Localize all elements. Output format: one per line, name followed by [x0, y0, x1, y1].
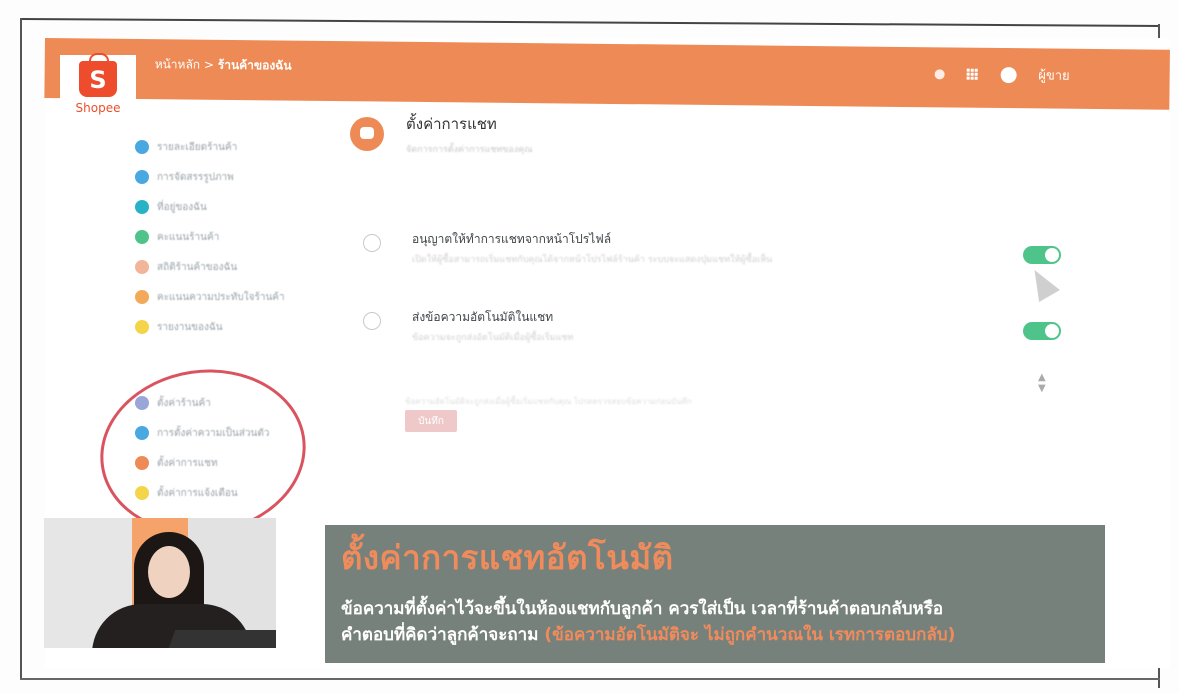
expand-arrows-icon[interactable]: ▲ ▼ [1038, 372, 1046, 394]
chat-settings-header: ตั้งค่าการแชท จัดการการตั้งค่าการแชทของค… [350, 112, 1110, 156]
caption-line-2-main: คำตอบที่คิดว่าลูกค้าจะถาม [341, 625, 539, 645]
caption-line-1: ข้อความที่ตั้งค่าไว้จะขึ้นในห้องแชทกับลู… [341, 599, 944, 619]
sidebar-item-label: การจัดสรรรูปภาพ [157, 171, 234, 183]
toggle-profile-chat[interactable] [1023, 246, 1061, 264]
main-content: ตั้งค่าการแชท จัดการการตั้งค่าการแชทของค… [350, 112, 1110, 156]
sidebar-item-a-0[interactable]: รายละเอียดร้านค้า [135, 132, 305, 162]
sidebar-item-label: รายงานของฉัน [157, 321, 223, 333]
sidebar-item-label: คะแนนความประทับใจร้านค้า [157, 291, 285, 303]
shopee-bag-icon: S [79, 53, 117, 97]
sidebar-item-icon [135, 170, 149, 184]
sidebar-item-icon [135, 200, 149, 214]
sidebar-item-icon [135, 290, 149, 304]
sidebar-item-a-3[interactable]: คะแนนร้านค้า [135, 222, 305, 252]
page-edge-left [20, 18, 22, 678]
sidebar-item-label: รายละเอียดร้านค้า [157, 141, 238, 153]
username[interactable]: ผู้ขาย [1038, 64, 1070, 85]
top-navigation-bar: หน้าหลัก > ร้านค้าของฉัน ผู้ขาย [44, 38, 1170, 110]
bell-icon[interactable] [934, 68, 945, 79]
chat-bubble-icon [363, 234, 381, 252]
shopee-logo[interactable]: S Shopee [60, 53, 136, 135]
sidebar-item-a-6[interactable]: รายงานของฉัน [135, 312, 305, 342]
sidebar-item-icon [135, 140, 149, 154]
sidebar-item-a-2[interactable]: ที่อยู่ของฉัน [135, 192, 305, 222]
sidebar-item-a-4[interactable]: สถิติร้านค้าของฉัน [135, 252, 305, 282]
setting-title: อนุญาตให้ทำการแชทจากหน้าโปรไฟล์ [412, 232, 612, 246]
laptop [168, 630, 276, 648]
sidebar-item-label: สถิติร้านค้าของฉัน [157, 261, 238, 273]
toggle-auto-reply[interactable] [1023, 322, 1061, 340]
sidebar-item-a-1[interactable]: การจัดสรรรูปภาพ [135, 162, 305, 192]
setting-title: ส่งข้อความอัตโนมัติในแชท [412, 310, 554, 324]
caption-line-2: คำตอบที่คิดว่าลูกค้าจะถาม (ข้อความอัตโนม… [341, 621, 955, 648]
logo-name: Shopee [75, 101, 121, 115]
breadcrumb-home[interactable]: หน้าหลัก > [155, 57, 214, 72]
top-icons: ผู้ขาย [934, 63, 1070, 85]
sidebar-item-icon [135, 260, 149, 274]
presenter-video [44, 518, 276, 648]
sidebar-item-icon [135, 320, 149, 334]
headset-icon [363, 312, 381, 330]
auto-reply-note: ข้อความอัตโนมัติจะถูกส่งเมื่อผู้ซื้อเริ่… [405, 397, 692, 406]
printed-page: หน้าหลัก > ร้านค้าของฉัน ผู้ขาย S Shopee… [0, 0, 1179, 693]
sidebar-item-label: คะแนนร้านค้า [157, 231, 220, 243]
avatar-icon[interactable] [1000, 66, 1017, 83]
breadcrumb-current: ร้านค้าของฉัน [217, 57, 292, 73]
caption-title: ตั้งค่าการแชทอัตโนมัติ [341, 538, 674, 577]
page-subtitle: จัดการการตั้งค่าการแชทของคุณ [406, 145, 533, 155]
apps-grid-icon[interactable] [966, 68, 978, 80]
page-edge-bottom [20, 678, 1160, 680]
chat-settings-icon [350, 117, 384, 151]
setting-description: เปิดให้ผู้ซื้อสามารถเริ่มแชทกับคุณได้จาก… [412, 255, 773, 265]
sidebar-item-icon [135, 230, 149, 244]
save-button[interactable]: บันทึก [405, 410, 457, 432]
setting-description: ข้อความจะถูกส่งอัตโนมัติเมื่อผู้ซื้อเริ่… [412, 333, 574, 343]
breadcrumb: หน้าหลัก > ร้านค้าของฉัน [155, 55, 292, 75]
sidebar-item-label: ที่อยู่ของฉัน [157, 201, 207, 213]
page-title: ตั้งค่าการแชท [406, 115, 497, 133]
caption-banner: ตั้งค่าการแชทอัตโนมัติ ข้อความที่ตั้งค่า… [325, 525, 1105, 663]
caption-line-2-highlight: (ข้อความอัตโนมัติจะ ไม่ถูกคำนวณใน เรทการ… [544, 625, 956, 645]
presenter-face [148, 546, 190, 598]
page-edge-top [19, 18, 1160, 27]
sidebar-item-a-5[interactable]: คะแนนความประทับใจร้านค้า [135, 282, 305, 312]
